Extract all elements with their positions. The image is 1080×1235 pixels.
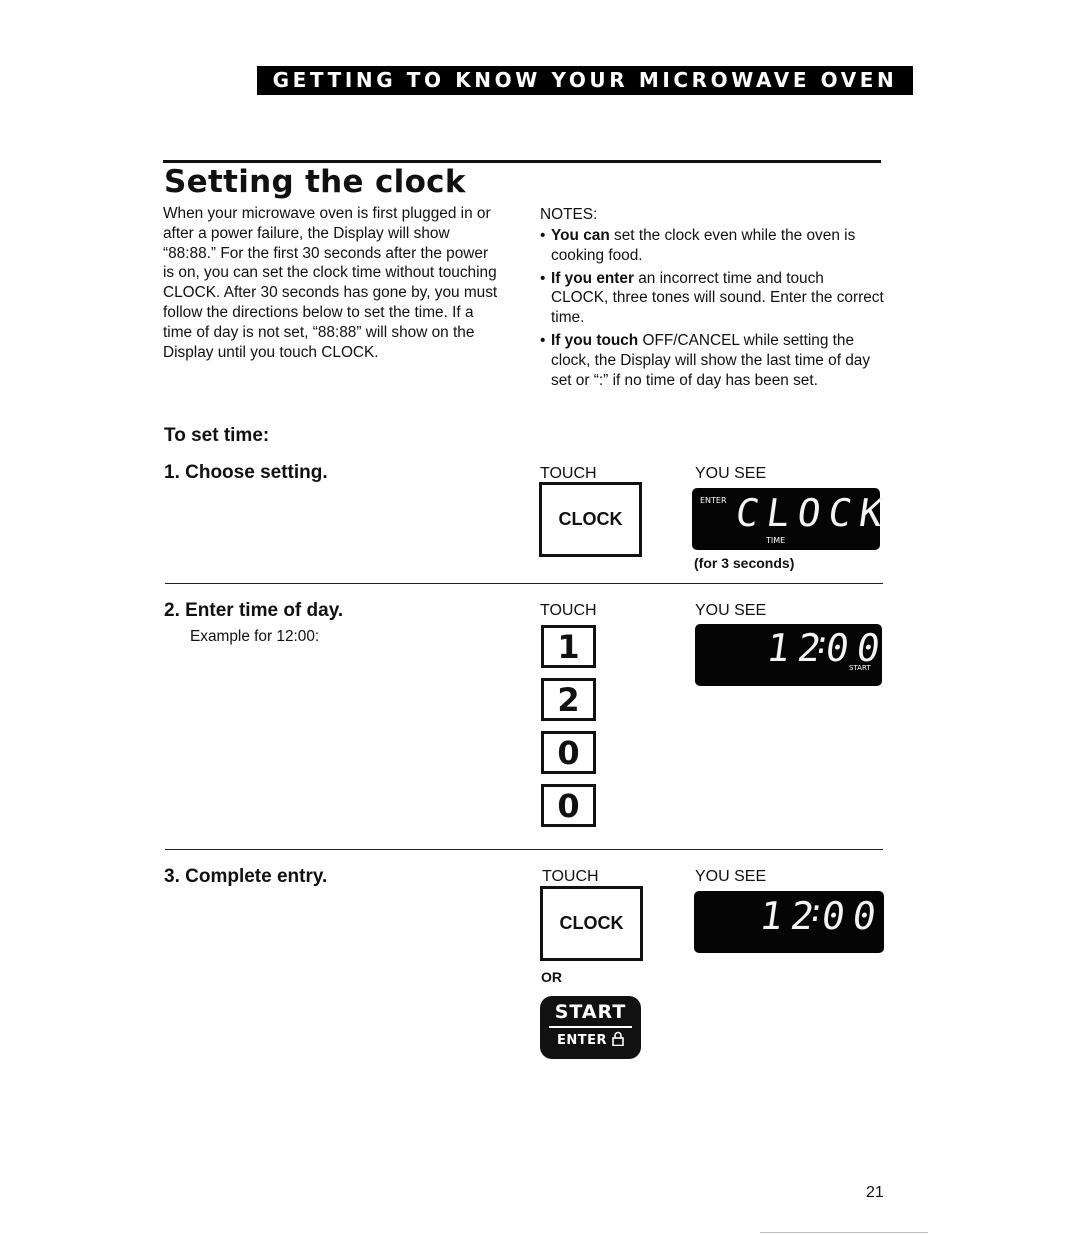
note-item: If you touch OFF/CANCEL while setting th… xyxy=(540,331,885,390)
enter-row: ENTER xyxy=(540,1031,641,1050)
start-indicator: START xyxy=(849,664,871,672)
touch-label: TOUCH xyxy=(542,868,599,885)
number-key-0[interactable]: 0 xyxy=(541,784,596,827)
time-indicator: TIME xyxy=(766,536,786,545)
clock-key[interactable]: CLOCK xyxy=(539,482,642,557)
clock-key[interactable]: CLOCK xyxy=(540,886,643,961)
note-item: If you enter an incorrect time and touch… xyxy=(540,269,885,328)
enter-label: ENTER xyxy=(556,1033,607,1048)
touch-label: TOUCH xyxy=(540,602,597,619)
intro-paragraph: When your microwave oven is first plugge… xyxy=(163,205,498,361)
number-key-0[interactable]: 0 xyxy=(541,731,596,774)
lock-icon xyxy=(612,1031,624,1050)
note-item: You can set the clock even while the ove… xyxy=(540,226,885,266)
section-banner: GETTING TO KNOW YOUR MICROWAVE OVEN xyxy=(257,66,913,95)
procedure-heading: To set time: xyxy=(164,425,270,446)
or-label: OR xyxy=(541,969,562,985)
touch-label: TOUCH xyxy=(540,465,597,482)
display-caption: (for 3 seconds) xyxy=(694,555,795,571)
page-number: 21 xyxy=(866,1184,884,1201)
enter-indicator: ENTER xyxy=(700,496,727,505)
display-clock: ENTER CLOCK TIME xyxy=(692,488,893,550)
number-key-2[interactable]: 2 xyxy=(541,678,596,721)
footer-rule xyxy=(760,1232,928,1233)
start-divider xyxy=(549,1026,632,1028)
page-title: Setting the clock xyxy=(164,164,466,200)
you-see-label: YOU SEE xyxy=(695,602,767,619)
step-divider xyxy=(165,583,883,584)
title-rule xyxy=(163,160,881,163)
display-text: CLOCK xyxy=(732,491,894,535)
display-minutes: 00 xyxy=(818,894,887,938)
notes-list: You can set the clock even while the ove… xyxy=(540,226,885,393)
note-lead: If you touch xyxy=(551,331,639,349)
start-label: START xyxy=(554,1001,627,1023)
step-2-title: 2. Enter time of day. xyxy=(164,600,344,621)
notes-heading: NOTES: xyxy=(540,206,598,223)
you-see-label: YOU SEE xyxy=(695,465,767,482)
number-key-1[interactable]: 1 xyxy=(541,625,596,668)
step-divider xyxy=(165,849,883,850)
step-1-title: 1. Choose setting. xyxy=(164,462,328,483)
step-2-example: Example for 12:00: xyxy=(190,628,320,645)
you-see-label: YOU SEE xyxy=(695,868,767,885)
note-lead: If you enter xyxy=(551,269,634,287)
display-time-entry: 12 : 00 START xyxy=(695,624,891,686)
start-enter-button[interactable]: START ENTER xyxy=(540,996,641,1059)
note-lead: You can xyxy=(551,227,610,244)
step-3-title: 3. Complete entry. xyxy=(164,866,328,887)
display-time-set: 12 : 00 xyxy=(694,891,887,953)
